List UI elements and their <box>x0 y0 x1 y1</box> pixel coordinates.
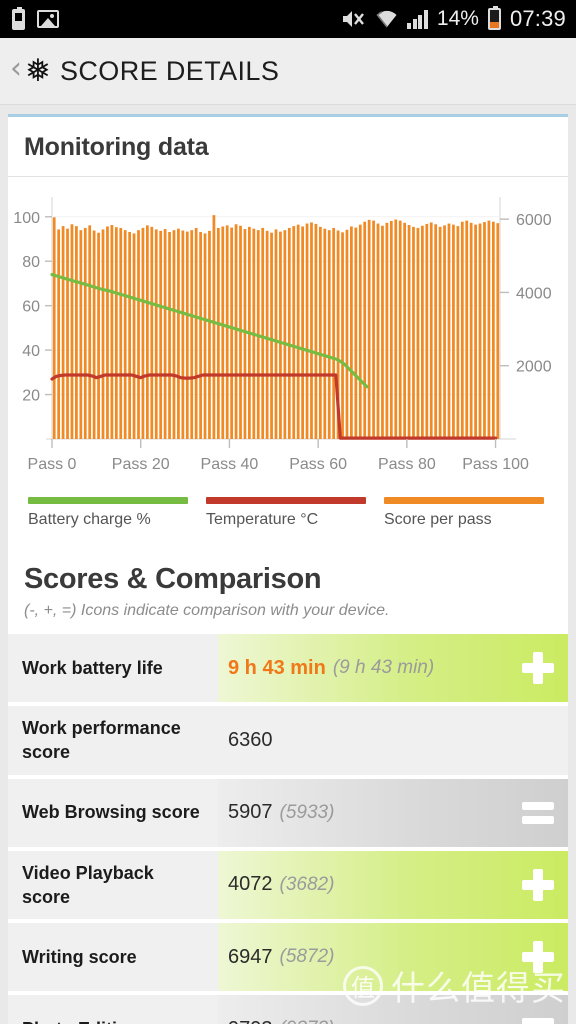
app-bar: ‹ ❅ SCORE DETAILS <box>0 38 576 105</box>
legend-swatch <box>384 497 544 504</box>
score-reference-value: (9 h 43 min) <box>332 657 435 678</box>
score-row[interactable]: Photo Editing score 9793 (9373) <box>8 995 568 1024</box>
chart-legend: Battery charge % Temperature °C Score per … <box>8 493 568 547</box>
monitoring-title: Monitoring data <box>24 133 209 161</box>
photo-icon <box>37 10 59 28</box>
plus-icon <box>522 868 554 901</box>
status-bar-right: 14% 07:39 <box>341 6 566 32</box>
plus-icon <box>522 941 554 974</box>
clock-label: 07:39 <box>509 6 566 31</box>
legend-swatch <box>206 497 366 504</box>
score-row[interactable]: Writing score 6947 (5872) <box>8 923 568 996</box>
score-row-value: 9 h 43 min (9 h 43 min) <box>218 634 568 702</box>
battery-icon <box>487 6 501 30</box>
status-bar: 14% 07:39 <box>0 0 576 38</box>
equals-icon <box>522 797 554 829</box>
score-row-value: 6947 (5872) <box>218 923 568 992</box>
signal-icon <box>407 9 428 29</box>
y-tick-label-right: 2000 <box>516 359 552 376</box>
plus-icon <box>522 652 554 684</box>
snowflake-icon: ❅ <box>25 52 51 89</box>
legend-label: Temperature °C <box>206 511 319 528</box>
score-row-label: Photo Editing score <box>8 995 218 1024</box>
monitoring-card-header: Monitoring data <box>8 117 568 177</box>
scores-header: Scores & Comparison (-, +, =) Icons indi… <box>8 547 568 634</box>
y-tick-label-left: 80 <box>22 254 40 271</box>
scores-subtitle: (-, +, =) Icons indicate comparison with… <box>24 602 390 619</box>
score-row-value: 6360 <box>218 706 568 775</box>
legend-label: Battery charge % <box>28 511 151 528</box>
page-title: SCORE DETAILS <box>59 55 280 86</box>
y-tick-label-right: 6000 <box>516 212 552 229</box>
score-row-label: Work performance score <box>8 706 218 775</box>
score-value: 4072 <box>228 873 273 896</box>
back-button[interactable]: ‹ <box>10 54 25 88</box>
legend-item: Temperature °C <box>206 497 384 529</box>
wifi-icon <box>376 9 398 29</box>
monitoring-card: Monitoring data 20 40 60 80 100 2000 4000 6000 P… <box>8 114 568 1024</box>
legend-item: Score per pass <box>384 497 562 529</box>
x-tick-label: Pass 60 <box>289 456 347 473</box>
score-row-label: Video Playback score <box>8 850 218 920</box>
monitoring-chart: 20 40 60 80 100 2000 4000 6000 Pass 0 Pass 20 Pass… <box>8 177 568 493</box>
x-tick-label: Pass 80 <box>378 456 436 473</box>
score-rows: Work battery life 9 h 43 min (9 h 43 min) W… <box>8 634 568 1024</box>
score-row-value: 4072 (3682) <box>218 850 568 920</box>
x-tick-label: Pass 20 <box>112 456 170 473</box>
score-row-value: 5907 (5933) <box>218 778 568 847</box>
bar-series <box>52 215 500 439</box>
line-series-temperature-c <box>50 373 498 440</box>
score-value: 9793 <box>228 1018 273 1024</box>
score-row[interactable]: Work battery life 9 h 43 min (9 h 43 min) <box>8 634 568 706</box>
x-tick-label: Pass 0 <box>28 456 77 473</box>
score-value: 6360 <box>228 728 273 751</box>
score-row[interactable]: Web Browsing score 5907 (5933) <box>8 778 568 851</box>
mute-icon <box>341 8 367 30</box>
score-row[interactable]: Video Playback score 4072 (3682) <box>8 850 568 924</box>
legend-label: Score per pass <box>384 511 492 528</box>
scroll-content[interactable]: Monitoring data 20 40 60 80 100 2000 4000 6000 P… <box>0 105 576 1024</box>
scores-title: Scores & Comparison <box>24 563 322 595</box>
x-tick-label: Pass 40 <box>201 456 259 473</box>
y-tick-label-left: 100 <box>13 210 40 227</box>
score-value: 6947 <box>228 945 273 968</box>
score-value: 9 h 43 min <box>228 656 326 679</box>
score-reference-value: (5933) <box>279 801 335 823</box>
battery-saver-icon <box>12 6 25 30</box>
legend-item: Battery charge % <box>28 497 206 529</box>
battery-percent-label: 14% <box>436 7 479 30</box>
score-reference-value: (3682) <box>279 873 335 895</box>
status-bar-left <box>12 6 59 30</box>
score-value: 5907 <box>228 801 273 824</box>
legend-swatch <box>28 497 188 504</box>
y-tick-label-right: 4000 <box>516 285 552 302</box>
chart-canvas: 20 40 60 80 100 2000 4000 6000 Pass 0 Pass 20 Pass… <box>13 197 552 473</box>
score-row[interactable]: Work performance score 6360 <box>8 706 568 779</box>
score-row-label: Writing score <box>8 923 218 992</box>
score-reference-value: (5872) <box>279 946 335 968</box>
score-row-value: 9793 (9373) <box>218 995 568 1024</box>
score-row-label: Work battery life <box>8 634 218 702</box>
equals-icon <box>522 1013 554 1024</box>
x-tick-label: Pass 100 <box>462 456 529 473</box>
score-row-label: Web Browsing score <box>8 778 218 847</box>
score-reference-value: (9373) <box>280 1018 335 1024</box>
y-tick-label-left: 40 <box>22 343 40 360</box>
y-tick-label-left: 20 <box>22 388 40 405</box>
y-tick-label-left: 60 <box>22 299 40 316</box>
